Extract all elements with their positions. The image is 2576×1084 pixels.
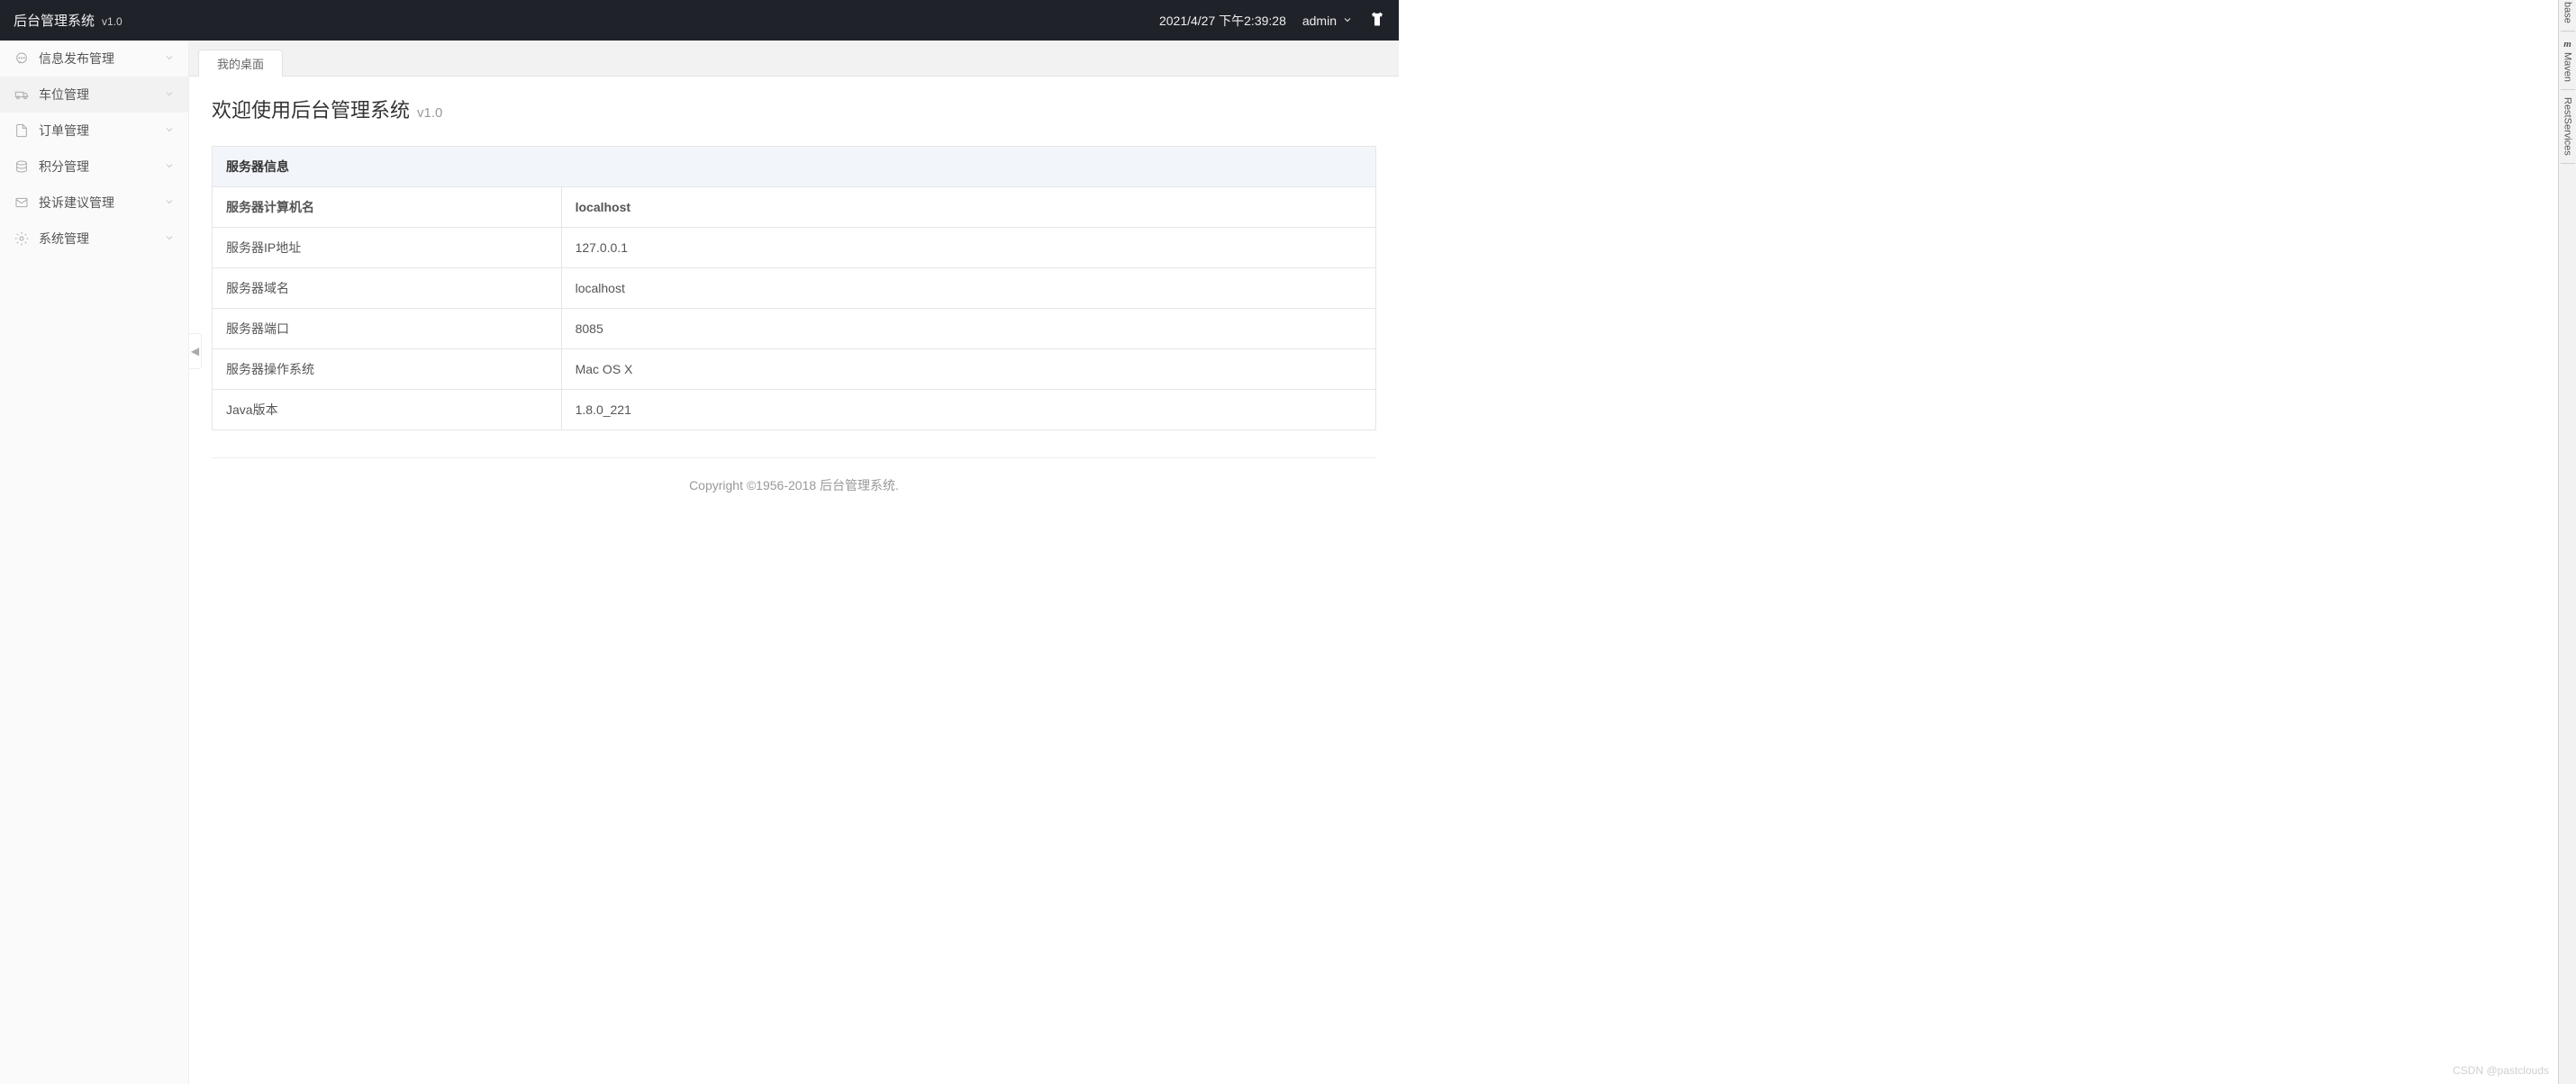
table-cell-value: localhost: [561, 187, 1375, 228]
table-cell-value: localhost: [561, 268, 1375, 309]
sidebar-item-label: 积分管理: [39, 158, 164, 176]
chevron-down-icon: [164, 159, 175, 174]
sidebar-item-label: 订单管理: [39, 122, 164, 140]
table-cell-value: 1.8.0_221: [561, 390, 1375, 430]
table-row: 服务器域名 localhost: [213, 268, 1376, 309]
app-title: 后台管理系统 v1.0: [14, 11, 122, 30]
table-cell-label: 服务器操作系统: [213, 349, 562, 390]
user-dropdown[interactable]: admin: [1302, 14, 1353, 28]
header-datetime: 2021/4/27 下午2:39:28: [1159, 12, 1286, 30]
tshirt-icon[interactable]: [1369, 11, 1385, 30]
table-row: 服务器计算机名 localhost: [213, 187, 1376, 228]
table-cell-label: 服务器域名: [213, 268, 562, 309]
chevron-down-icon: [164, 123, 175, 138]
mail-icon: [14, 195, 30, 210]
table-row: Java版本 1.8.0_221: [213, 390, 1376, 430]
main-content: 我的桌面 欢迎使用后台管理系统 v1.0 服务器信息 服务器: [189, 41, 1399, 1084]
sidebar-item-label: 投诉建议管理: [39, 194, 164, 212]
watermark: CSDN @pastclouds: [2453, 1064, 2549, 1077]
footer-copyright: Copyright ©1956-2018 后台管理系统.: [212, 458, 1376, 512]
chevron-down-icon: [1342, 14, 1353, 28]
table-cell-value: 127.0.0.1: [561, 228, 1375, 268]
app-header: 后台管理系统 v1.0 2021/4/27 下午2:39:28 admin: [0, 0, 1399, 41]
table-cell-value: 8085: [561, 309, 1375, 349]
table-row: 服务器端口 8085: [213, 309, 1376, 349]
chevron-down-icon: [164, 51, 175, 66]
sidebar-item-label: 车位管理: [39, 86, 164, 104]
page-title: 欢迎使用后台管理系统 v1.0: [212, 95, 1376, 123]
rail-label: RestServices: [2562, 97, 2573, 156]
blank-area: [1399, 0, 2558, 1084]
server-info-table: 服务器信息 服务器计算机名 localhost 服务器IP地址 127.0.0.…: [212, 146, 1376, 430]
ide-tool-rail: base m Maven RestServices: [2558, 0, 2576, 1084]
table-row: 服务器操作系统 Mac OS X: [213, 349, 1376, 390]
table-cell-label: 服务器端口: [213, 309, 562, 349]
ide-rail-base[interactable]: base: [2561, 0, 2575, 32]
page-title-text: 欢迎使用后台管理系统: [212, 95, 410, 123]
sidebar-item-system[interactable]: 系统管理: [0, 221, 188, 257]
app-version: v1.0: [102, 15, 122, 28]
ide-rail-maven[interactable]: m Maven: [2561, 32, 2575, 90]
sidebar-item-points[interactable]: 积分管理: [0, 149, 188, 185]
rail-label: base: [2562, 2, 2573, 23]
table-cell-label: Java版本: [213, 390, 562, 430]
tabs-bar: 我的桌面: [189, 41, 1399, 77]
sidebar-item-label: 信息发布管理: [39, 50, 164, 68]
stack-icon: [14, 159, 30, 174]
maven-icon: m: [2563, 39, 2571, 50]
ide-rail-restservices[interactable]: RestServices: [2561, 90, 2575, 164]
sidebar-item-label: 系统管理: [39, 230, 164, 248]
chevron-left-icon: ◀: [191, 345, 199, 357]
table-cell-label: 服务器计算机名: [213, 187, 562, 228]
user-name: admin: [1302, 14, 1337, 28]
sidebar-collapse-handle[interactable]: ◀: [189, 333, 202, 369]
tab-label: 我的桌面: [217, 55, 264, 72]
chevron-down-icon: [164, 87, 175, 102]
sidebar-item-info-publish[interactable]: 信息发布管理: [0, 41, 188, 77]
sidebar-item-parking[interactable]: 车位管理: [0, 77, 188, 113]
table-header: 服务器信息: [213, 147, 1376, 187]
file-icon: [14, 123, 30, 138]
chat-icon: [14, 51, 30, 66]
chevron-down-icon: [164, 231, 175, 246]
tab-desktop[interactable]: 我的桌面: [198, 50, 283, 77]
sidebar-item-complaint[interactable]: 投诉建议管理: [0, 185, 188, 221]
sidebar-item-order[interactable]: 订单管理: [0, 113, 188, 149]
table-cell-value: Mac OS X: [561, 349, 1375, 390]
table-cell-label: 服务器IP地址: [213, 228, 562, 268]
gear-icon: [14, 231, 30, 246]
app-title-text: 后台管理系统: [14, 11, 95, 30]
chevron-down-icon: [164, 195, 175, 210]
page-title-version: v1.0: [417, 105, 442, 121]
sidebar: 信息发布管理 车位管理 订单管理: [0, 41, 189, 1084]
rail-label: Maven: [2562, 52, 2573, 82]
table-row: 服务器IP地址 127.0.0.1: [213, 228, 1376, 268]
truck-icon: [14, 87, 30, 102]
